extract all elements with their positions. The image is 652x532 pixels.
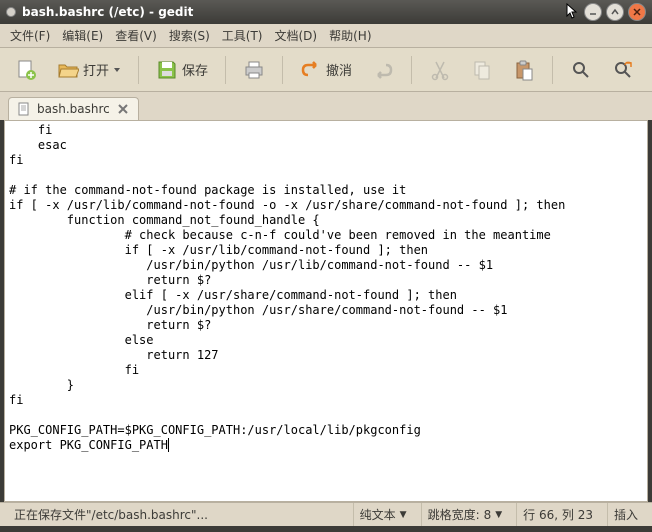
- chevron-down-icon: ▼: [495, 510, 502, 520]
- find-replace-icon: [612, 59, 634, 81]
- tab-bashrc[interactable]: bash.bashrc: [8, 97, 139, 120]
- menu-help[interactable]: 帮助(H): [323, 24, 377, 47]
- close-button[interactable]: [628, 3, 646, 21]
- window-controls: [584, 3, 646, 21]
- paste-icon: [513, 59, 535, 81]
- titlebar: bash.bashrc (/etc) - gedit: [0, 0, 652, 24]
- app-indicator: [6, 7, 16, 17]
- menubar: 文件(F) 编辑(E) 查看(V) 搜索(S) 工具(T) 文档(D) 帮助(H…: [0, 24, 652, 48]
- insert-mode[interactable]: 插入: [607, 503, 644, 526]
- separator: [552, 56, 553, 84]
- undo-button[interactable]: 撤消: [293, 54, 359, 86]
- separator: [225, 56, 226, 84]
- paste-button[interactable]: [506, 54, 542, 86]
- menu-view[interactable]: 查看(V): [109, 24, 163, 47]
- line-col-text: 行 66, 列 23: [523, 506, 593, 523]
- menu-documents[interactable]: 文档(D): [269, 24, 324, 47]
- editor-content: fi esac fi # if the command-not-found pa…: [9, 123, 565, 452]
- save-button[interactable]: 保存: [149, 54, 215, 86]
- open-folder-icon: [57, 59, 79, 81]
- new-file-icon: [15, 59, 37, 81]
- tabwidth-selector[interactable]: 跳格宽度: 8 ▼: [421, 503, 509, 526]
- chevron-down-icon: [113, 66, 121, 74]
- find-replace-button[interactable]: [605, 54, 641, 86]
- separator: [282, 56, 283, 84]
- copy-button[interactable]: [464, 54, 500, 86]
- undo-icon: [300, 59, 322, 81]
- toolbar: 打开 保存 撤消: [0, 48, 652, 92]
- find-button[interactable]: [563, 54, 599, 86]
- menu-search[interactable]: 搜索(S): [163, 24, 216, 47]
- separator: [411, 56, 412, 84]
- chevron-down-icon: ▼: [400, 510, 407, 520]
- text-caret: [168, 438, 169, 452]
- save-icon: [156, 59, 178, 81]
- tabbar: bash.bashrc: [0, 92, 652, 120]
- menu-file[interactable]: 文件(F): [4, 24, 56, 47]
- editor-textarea[interactable]: fi esac fi # if the command-not-found pa…: [4, 120, 648, 502]
- syntax-label: 纯文本: [360, 506, 396, 523]
- window-title: bash.bashrc (/etc) - gedit: [22, 5, 560, 19]
- minimize-button[interactable]: [584, 3, 602, 21]
- search-icon: [570, 59, 592, 81]
- cut-button[interactable]: [422, 54, 458, 86]
- file-icon: [17, 102, 31, 116]
- tabwidth-label: 跳格宽度:: [428, 506, 480, 523]
- cursor-position: 行 66, 列 23: [516, 503, 599, 526]
- status-message: 正在保存文件"/etc/bash.bashrc"...: [8, 503, 345, 526]
- tabwidth-value: 8: [484, 508, 492, 522]
- saving-text: 正在保存文件"/etc/bash.bashrc"...: [14, 506, 208, 523]
- open-label: 打开: [83, 60, 109, 79]
- print-button[interactable]: [236, 54, 272, 86]
- copy-icon: [471, 59, 493, 81]
- syntax-selector[interactable]: 纯文本 ▼: [353, 503, 413, 526]
- insert-label: 插入: [614, 506, 638, 523]
- redo-icon: [372, 59, 394, 81]
- redo-button[interactable]: [365, 54, 401, 86]
- statusbar: 正在保存文件"/etc/bash.bashrc"... 纯文本 ▼ 跳格宽度: …: [0, 502, 652, 526]
- separator: [138, 56, 139, 84]
- undo-label: 撤消: [326, 60, 352, 79]
- menu-edit[interactable]: 编辑(E): [56, 24, 109, 47]
- print-icon: [243, 59, 265, 81]
- tab-label: bash.bashrc: [37, 102, 110, 116]
- maximize-button[interactable]: [606, 3, 624, 21]
- cut-icon: [429, 59, 451, 81]
- save-label: 保存: [182, 60, 208, 79]
- menu-tools[interactable]: 工具(T): [216, 24, 269, 47]
- open-button[interactable]: 打开: [50, 54, 128, 86]
- mouse-cursor: [566, 3, 578, 21]
- new-button[interactable]: [8, 54, 44, 86]
- close-tab-icon[interactable]: [116, 102, 130, 116]
